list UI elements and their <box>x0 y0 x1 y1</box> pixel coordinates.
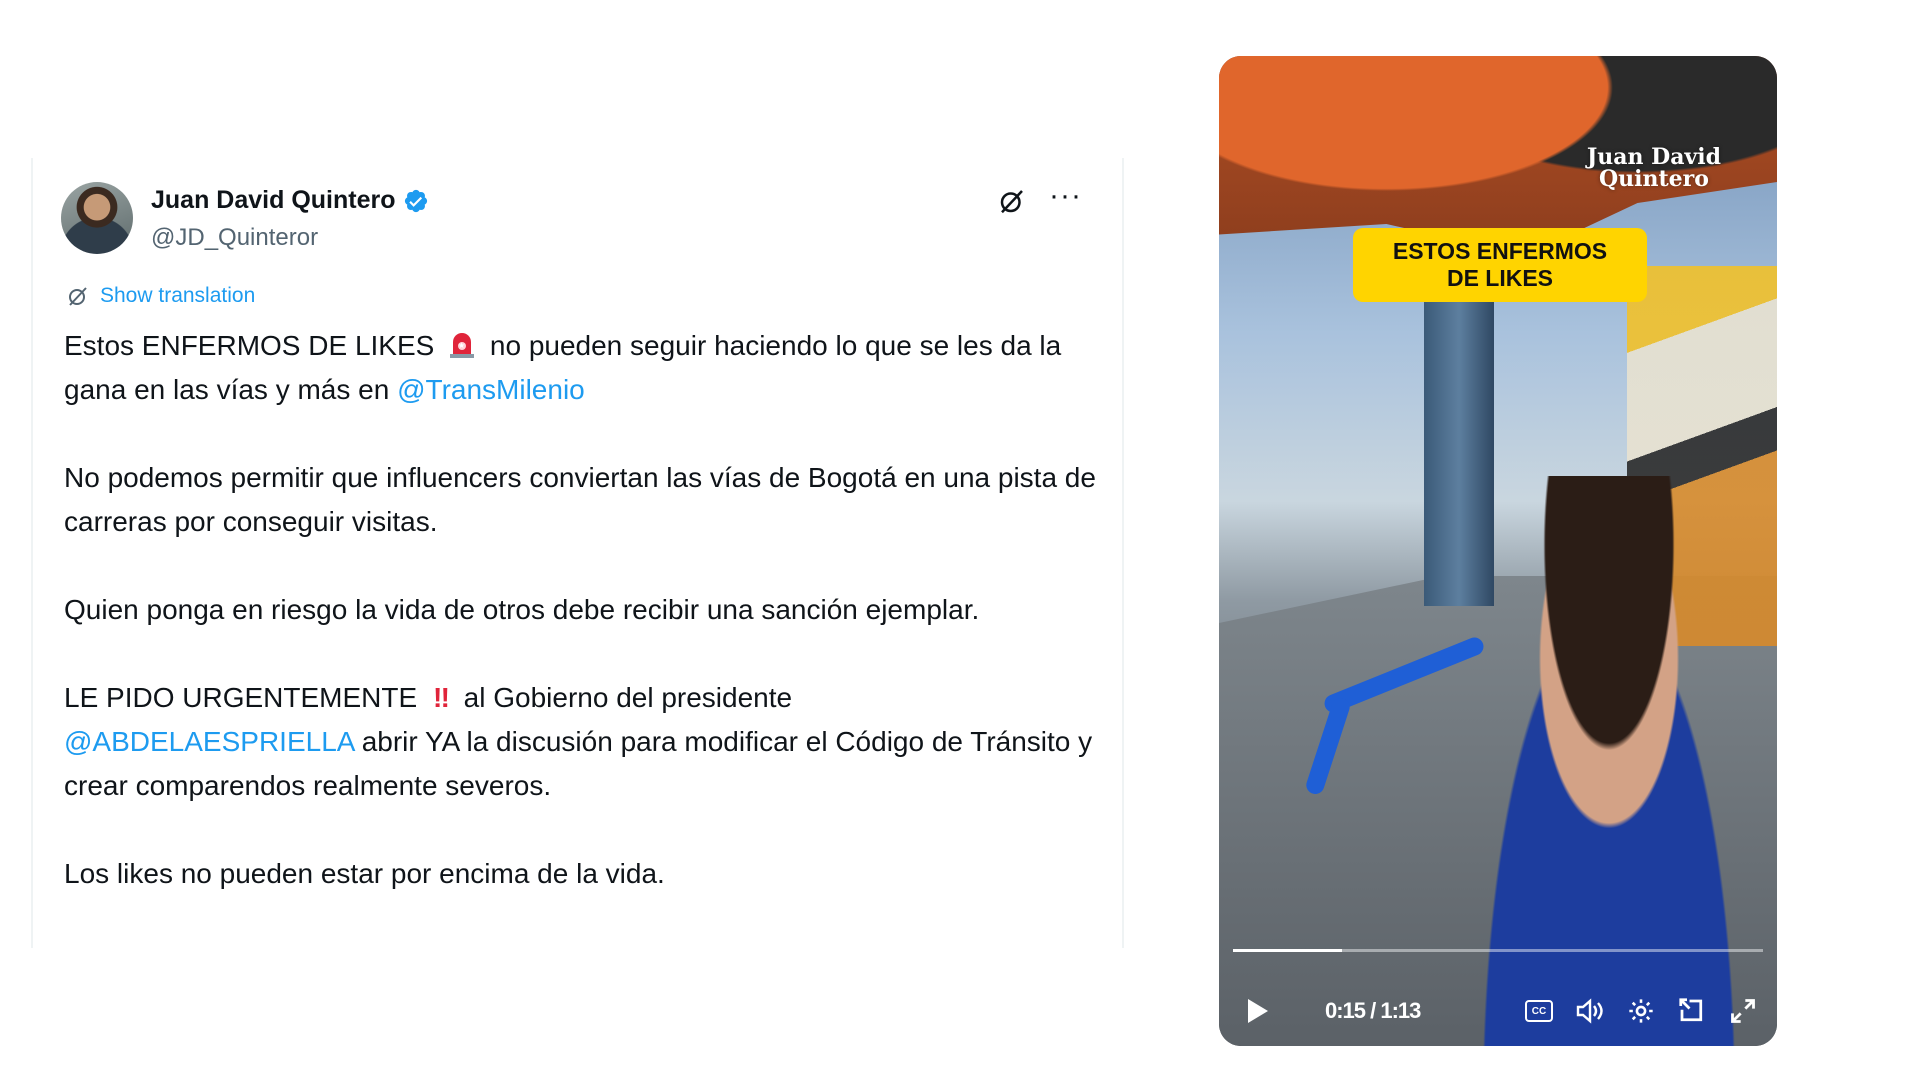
mention-link-abdelaespriella[interactable]: @ABDELAESPRIELLA <box>64 726 354 757</box>
author-name-row: Juan David Quintero <box>151 186 429 215</box>
video-watermark: Juan David Quintero <box>1586 144 1721 192</box>
rotating-light-emoji-icon <box>446 328 478 360</box>
avatar[interactable] <box>61 182 133 254</box>
volume-icon[interactable] <box>1575 997 1605 1025</box>
tweet-text: Estos ENFERMOS DE LIKES no pueden seguir… <box>64 324 1104 896</box>
tweet-text-segment: LE PIDO URGENTEMENTE <box>64 682 418 713</box>
tweet-paragraph: Quien ponga en riesgo la vida de otros d… <box>64 594 980 625</box>
tweet-paragraph: LE PIDO URGENTEMENTE ‼ al Gobierno del p… <box>64 676 1104 808</box>
tweet-card: Juan David Quintero @JD_Quinteror ··· Sh… <box>31 158 1124 948</box>
verified-badge-icon <box>403 188 429 214</box>
tweet-paragraph: No podemos permitir que influencers conv… <box>64 462 1096 537</box>
tweet-text-segment: Estos ENFERMOS DE LIKES <box>64 330 435 361</box>
play-icon[interactable] <box>1241 994 1275 1028</box>
show-translation-link[interactable]: Show translation <box>66 284 255 308</box>
video-caption: ESTOS ENFERMOS DE LIKES <box>1353 228 1647 302</box>
video-controls: 0:15 / 1:13 CC <box>1219 986 1777 1036</box>
author-handle[interactable]: @JD_Quinteror <box>151 224 318 252</box>
tweet-header-actions: ··· <box>997 181 1082 216</box>
picture-in-picture-icon[interactable] <box>1677 996 1707 1026</box>
video-progress-fill <box>1233 949 1342 952</box>
video-control-group: CC <box>1525 996 1757 1026</box>
tweet-paragraph: Estos ENFERMOS DE LIKES no pueden seguir… <box>64 324 1104 412</box>
tweet-text-segment: al Gobierno del presidente <box>463 682 793 713</box>
translate-icon <box>66 284 90 308</box>
video-frame-person <box>1449 476 1769 1046</box>
show-translation-label[interactable]: Show translation <box>100 284 255 308</box>
settings-icon[interactable] <box>1627 997 1655 1025</box>
double-exclamation-emoji-icon: ‼ <box>432 682 450 713</box>
captions-icon[interactable]: CC <box>1525 1000 1553 1022</box>
mention-link-transmilenio[interactable]: @TransMilenio <box>397 374 585 405</box>
tweet-paragraph: Los likes no pueden estar por encima de … <box>64 858 665 889</box>
author-display-name[interactable]: Juan David Quintero <box>151 186 395 215</box>
video-time: 0:15 / 1:13 <box>1325 998 1421 1023</box>
fullscreen-icon[interactable] <box>1729 997 1757 1025</box>
more-options-icon[interactable]: ··· <box>1049 181 1082 211</box>
video-player[interactable]: Juan David Quintero ESTOS ENFERMOS DE LI… <box>1219 56 1777 1046</box>
grok-icon[interactable] <box>997 186 1027 216</box>
video-progress-bar[interactable] <box>1233 949 1763 952</box>
